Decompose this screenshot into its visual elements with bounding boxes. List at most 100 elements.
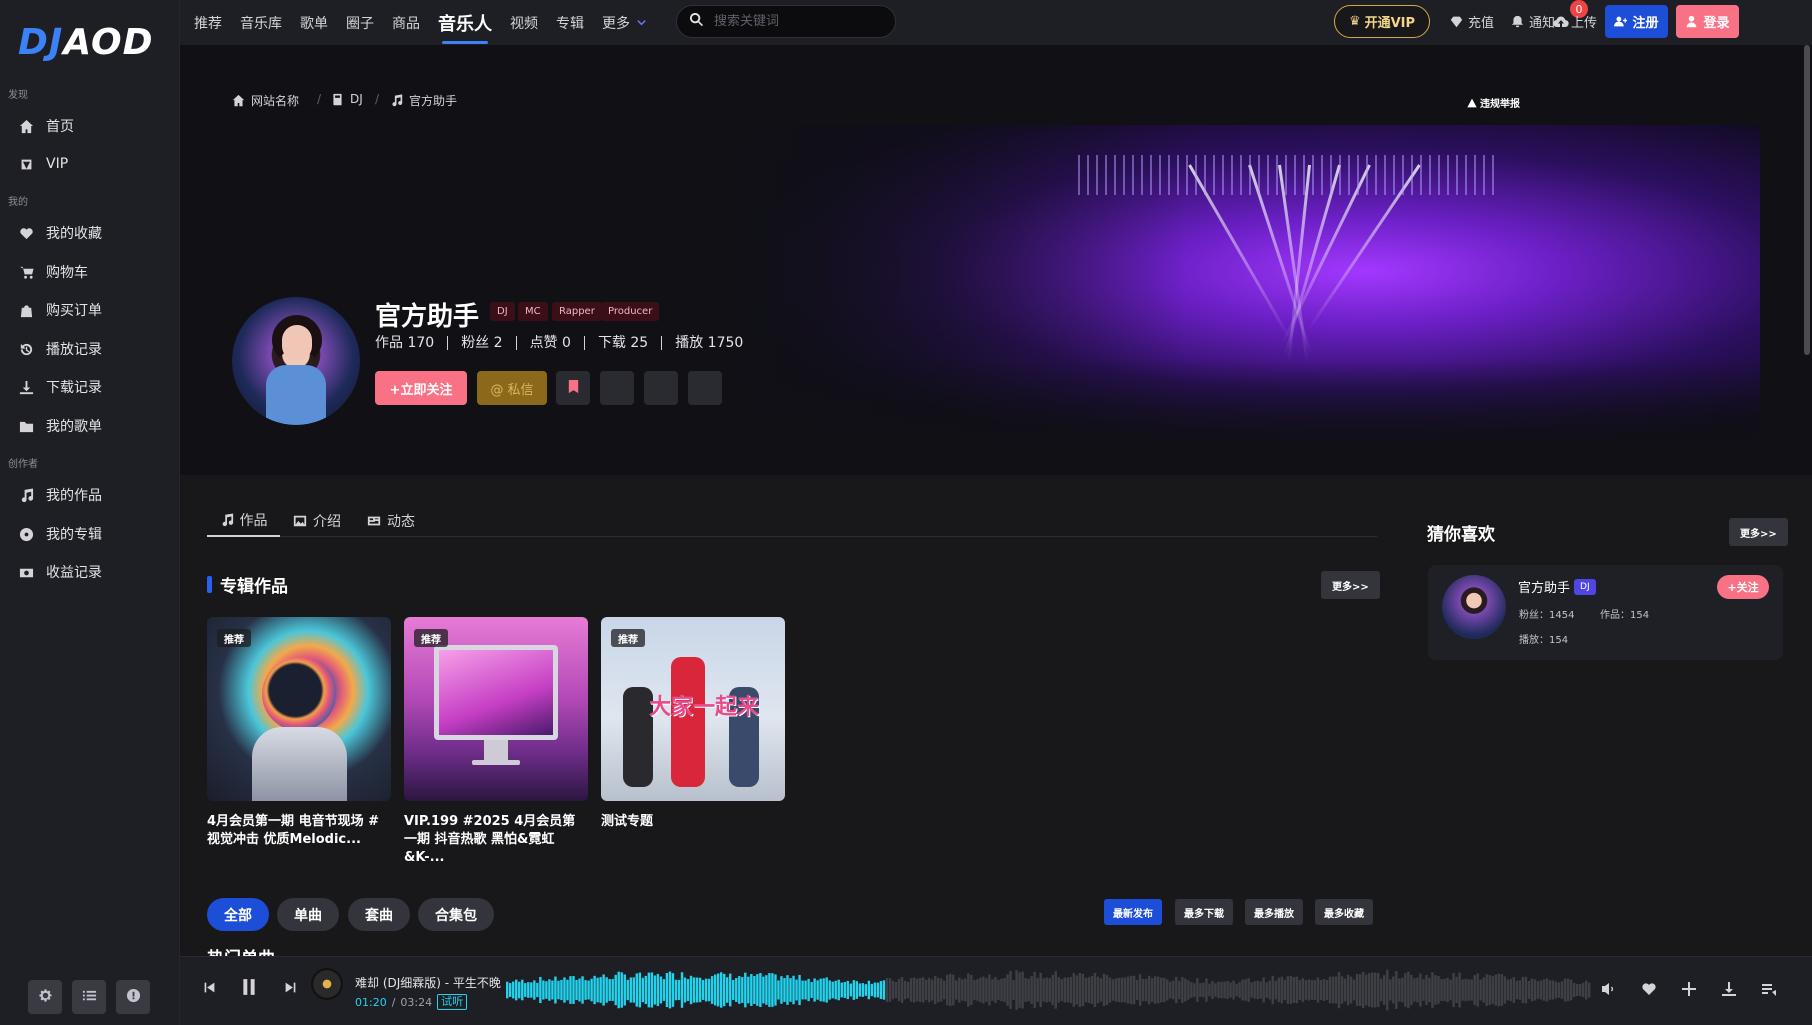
pause-button[interactable] — [240, 978, 258, 996]
nav-music-library[interactable]: 音乐库 — [236, 13, 286, 33]
notify-link[interactable]: 通知 — [1511, 12, 1555, 31]
waveform-bar — [1563, 978, 1567, 1002]
waveform-bar — [759, 972, 762, 1008]
albums-more-button[interactable]: 更多>> — [1321, 571, 1380, 599]
total-time: 03:24 — [400, 995, 433, 1009]
filter-all[interactable]: 全部 — [207, 898, 269, 931]
sort-downloads[interactable]: 最多下载 — [1175, 899, 1233, 925]
private-message-button[interactable]: @ 私信 — [477, 371, 547, 405]
nav-circle[interactable]: 圈子 — [342, 13, 378, 33]
sidebar: DJAOD 发现 首页 VIP 我的 我的收藏 购物车 购买订单 播放记录 下载… — [0, 0, 180, 1025]
nav-goods[interactable]: 商品 — [388, 13, 424, 33]
sidebar-item-history[interactable]: 播放记录 — [16, 334, 102, 364]
register-button[interactable]: 注册 — [1605, 5, 1668, 38]
waveform-bar — [1132, 975, 1136, 1005]
album-title[interactable]: 测试专题 — [601, 813, 785, 831]
album-title[interactable]: VIP.199 #2025 4月会员第一期 抖音热歌 黑怕&霓虹&K-... — [404, 813, 588, 867]
sidebar-item-earnings[interactable]: 收益记录 — [16, 557, 102, 587]
follow-button[interactable]: +立即关注 — [375, 371, 467, 405]
search-box[interactable] — [676, 5, 896, 38]
bookmark-button[interactable] — [556, 371, 590, 405]
track-cover[interactable] — [311, 968, 343, 1000]
sidebar-item-my-works[interactable]: 我的作品 — [16, 480, 102, 510]
album-card[interactable]: 推荐 VIP.199 #2025 4月会员第一期 抖音热歌 黑怕&霓虹&K-..… — [404, 617, 588, 867]
filter-single[interactable]: 单曲 — [277, 898, 339, 931]
waveform-bar — [1389, 979, 1392, 1001]
albums-section-title: 专辑作品 — [207, 572, 288, 597]
guess-more-button[interactable]: 更多>> — [1729, 518, 1788, 546]
nav-musicians[interactable]: 音乐人 — [434, 10, 496, 44]
album-cover[interactable]: 推荐 — [404, 617, 588, 801]
avatar[interactable] — [1442, 575, 1506, 639]
breadcrumb-dj[interactable]: DJ — [331, 92, 363, 106]
previous-button[interactable] — [203, 981, 216, 994]
sort-favorites[interactable]: 最多收藏 — [1315, 899, 1373, 925]
waveform-bar — [1328, 976, 1332, 1004]
nav-more[interactable]: 更多 — [598, 13, 651, 33]
recharge-link[interactable]: 充值 — [1450, 12, 1494, 31]
sidebar-item-cart[interactable]: 购物车 — [16, 257, 88, 287]
waveform-bar — [943, 980, 946, 1000]
waveform-bar — [524, 983, 527, 997]
social-button[interactable] — [688, 371, 722, 405]
download-button[interactable] — [1721, 981, 1737, 1001]
waveform-seekbar[interactable] — [506, 965, 1591, 1015]
avatar[interactable] — [232, 297, 360, 425]
nav-albums[interactable]: 专辑 — [552, 13, 588, 33]
tab-feed[interactable]: 动态 — [367, 505, 415, 537]
nav-recommend[interactable]: 推荐 — [190, 13, 226, 33]
sidebar-item-favorites[interactable]: 我的收藏 — [16, 218, 102, 248]
social-button[interactable] — [644, 371, 678, 405]
sort-latest[interactable]: 最新发布 — [1104, 899, 1162, 925]
open-vip-button[interactable]: ♛ 开通VIP — [1334, 5, 1430, 38]
waveform-bar — [1066, 977, 1069, 1003]
waveform-bar — [1160, 977, 1163, 1003]
stat-likes: 点赞 0 — [515, 336, 584, 350]
user-name[interactable]: 官方助手 DJ — [1518, 577, 1596, 596]
playlist-queue-button[interactable] — [1761, 981, 1777, 1001]
music-icon — [16, 487, 36, 503]
breadcrumb-home[interactable]: 网站名称 — [232, 92, 299, 109]
album-cover[interactable]: 大家一起来 推荐 — [601, 617, 785, 801]
tab-intro[interactable]: 介绍 — [293, 505, 341, 537]
sidebar-item-home[interactable]: 首页 — [16, 111, 74, 141]
album-title[interactable]: 4月会员第一期 电音节现场 # 视觉冲击 优质Melodic... — [207, 813, 391, 849]
filter-collection[interactable]: 合集包 — [418, 898, 494, 931]
follow-button[interactable]: +关注 — [1717, 575, 1769, 599]
info-button[interactable] — [116, 980, 150, 1014]
list-button[interactable] — [72, 980, 106, 1014]
tab-works[interactable]: 作品 — [207, 505, 280, 537]
album-cover[interactable]: 推荐 — [207, 617, 391, 801]
sidebar-item-downloads[interactable]: 下载记录 — [16, 372, 102, 402]
report-link[interactable]: 违规举报 — [1467, 95, 1520, 110]
album-card[interactable]: 大家一起来 推荐 测试专题 — [601, 617, 785, 831]
volume-button[interactable] — [1601, 981, 1617, 1001]
sidebar-item-vip[interactable]: VIP — [16, 149, 68, 179]
add-to-playlist-button[interactable] — [1681, 981, 1697, 1001]
nav-playlists[interactable]: 歌单 — [296, 13, 332, 33]
filter-suite[interactable]: 套曲 — [348, 898, 410, 931]
like-button[interactable] — [1641, 981, 1657, 1001]
login-button[interactable]: 登录 — [1676, 5, 1739, 38]
sidebar-item-orders[interactable]: 购买订单 — [16, 295, 102, 325]
sidebar-item-my-albums[interactable]: 我的专辑 — [16, 519, 102, 549]
page-scrollbar[interactable] — [1804, 45, 1810, 355]
waveform-bar — [870, 983, 874, 997]
next-button[interactable] — [284, 981, 297, 994]
track-title[interactable]: 难却 (DJ细霖版) - 平生不晚 — [355, 974, 501, 991]
recommended-user-card[interactable]: 官方助手 DJ 粉丝：1454 作品：154 播放：154 +关注 — [1428, 565, 1783, 660]
history-icon — [16, 341, 36, 357]
search-input[interactable] — [714, 14, 884, 29]
waveform-bar — [771, 973, 774, 1007]
upload-link[interactable]: 上传 — [1553, 12, 1597, 31]
sidebar-section-title: 创作者 — [8, 459, 38, 470]
sidebar-item-playlists[interactable]: 我的歌单 — [16, 411, 102, 441]
social-button[interactable] — [600, 371, 634, 405]
nav-videos[interactable]: 视频 — [506, 13, 542, 33]
settings-button[interactable] — [28, 980, 62, 1014]
site-logo[interactable]: DJAOD — [18, 22, 154, 63]
waveform-bar — [1572, 982, 1576, 998]
sort-plays[interactable]: 最多播放 — [1245, 899, 1303, 925]
waveform-bar — [1063, 977, 1066, 1003]
album-card[interactable]: 推荐 4月会员第一期 电音节现场 # 视觉冲击 优质Melodic... — [207, 617, 391, 849]
